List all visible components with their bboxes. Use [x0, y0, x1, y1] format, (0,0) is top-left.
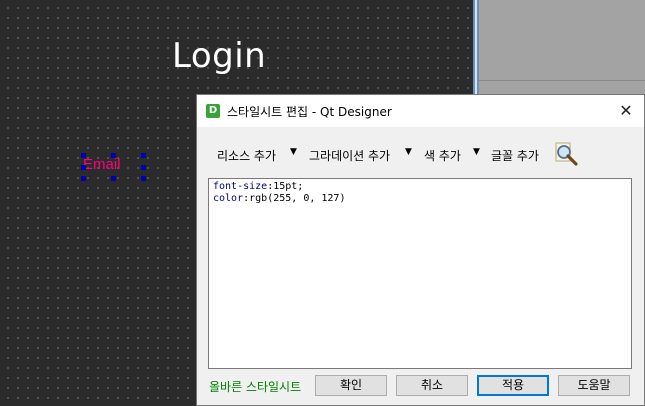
ok-button[interactable]: 확인 [315, 375, 387, 396]
add-gradient-dropdown-icon[interactable]: ▼ [405, 147, 412, 157]
resize-handle-tm[interactable] [111, 153, 116, 158]
apply-button[interactable]: 적용 [477, 375, 549, 396]
qt-designer-app-icon: D [206, 104, 220, 118]
resize-handle-mr[interactable] [141, 165, 146, 170]
resize-handle-bm[interactable] [111, 176, 116, 181]
login-title-label[interactable]: Login [172, 36, 266, 76]
add-resource-button[interactable]: 리소스 추가 [217, 147, 276, 164]
editor-line-2: color:rgb(255, 0, 127) [213, 193, 627, 205]
stylesheet-editor-dialog: D 스타일시트 편집 - Qt Designer ✕ 리소스 추가 ▼ 그라데이… [196, 94, 645, 406]
add-color-dropdown-icon[interactable]: ▼ [473, 147, 480, 157]
email-label-widget[interactable]: Email [81, 153, 146, 181]
css-value: :rgb(255, 0, 127) [243, 193, 346, 204]
cancel-button[interactable]: 취소 [396, 375, 468, 396]
validity-status: 올바른 스타일시트 [209, 380, 302, 394]
add-color-button[interactable]: 색 추가 [424, 147, 461, 164]
editor-toolbar: 리소스 추가 ▼ 그라데이션 추가 ▼ 색 추가 ▼ 글꼴 추가 [197, 139, 644, 169]
designer-divider [479, 80, 645, 81]
help-button[interactable]: 도움말 [558, 375, 630, 396]
resize-handle-br[interactable] [141, 176, 146, 181]
css-property: font-size [213, 181, 268, 192]
close-button[interactable]: ✕ [614, 99, 638, 123]
resize-handle-bl[interactable] [81, 176, 86, 181]
stylesheet-text-editor[interactable]: font-size:15pt; color:rgb(255, 0, 127) [208, 178, 632, 369]
magnifier-icon[interactable] [553, 141, 579, 167]
add-resource-dropdown-icon[interactable]: ▼ [290, 147, 297, 157]
dialog-titlebar[interactable]: D 스타일시트 편집 - Qt Designer ✕ [197, 95, 644, 127]
resize-handle-ml[interactable] [81, 165, 86, 170]
css-property: color [213, 193, 244, 204]
resize-handle-tr[interactable] [141, 153, 146, 158]
email-label: Email [83, 156, 121, 173]
add-font-button[interactable]: 글꼴 추가 [491, 147, 539, 164]
resize-handle-tl[interactable] [81, 153, 86, 158]
css-value: :15pt; [267, 181, 304, 192]
dialog-title: 스타일시트 편집 - Qt Designer [227, 105, 392, 119]
add-gradient-button[interactable]: 그라데이션 추가 [309, 147, 390, 164]
editor-line-1: font-size:15pt; [213, 181, 627, 193]
